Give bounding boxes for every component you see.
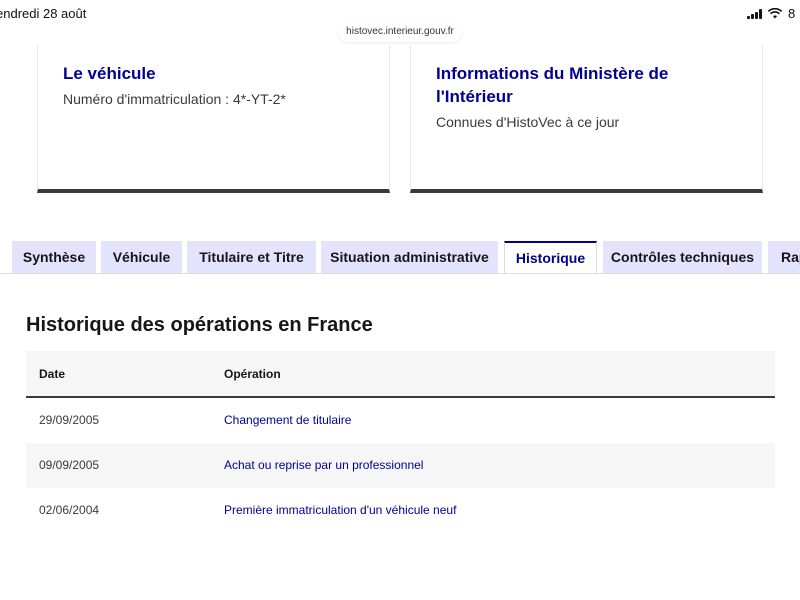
tab-controles-techniques[interactable]: Contrôles techniques [603,241,762,274]
ministry-info-description: Connues d'HistoVec à ce jour [436,114,620,130]
row-date: 02/06/2004 [39,503,100,517]
cellular-signal-icon [747,8,762,19]
address-bar[interactable]: histovec.interieur.gouv.fr [338,22,462,42]
wifi-icon [768,8,782,19]
table-header: Date Opération [26,351,775,398]
ministry-info-title: Informations du Ministère de l'Intérieur [436,64,669,106]
row-date: 09/09/2005 [39,458,100,472]
vehicle-card: Le véhicule Numéro d'immatriculation : 4… [37,46,390,193]
row-operation: Première immatriculation d'un véhicule n… [224,503,457,517]
registration-number: Numéro d'immatriculation : 4*-YT-2* [63,91,286,107]
tab-vehicule[interactable]: Véhicule [101,241,182,274]
row-operation: Changement de titulaire [224,413,352,427]
status-indicators: 8 [747,6,800,21]
table-row: 29/09/2005 Changement de titulaire [26,398,775,443]
tab-situation-administrative[interactable]: Situation administrative [321,241,498,274]
tab-historique[interactable]: Historique [504,241,597,274]
tab-synthese[interactable]: Synthèse [12,241,96,274]
section-title: Historique des opérations en France [26,314,373,336]
history-table: Date Opération 29/09/2005 Changement de … [26,351,775,533]
historique-panel: Historique des opérations en France Date… [0,273,800,600]
battery-percentage: 8 [788,6,796,21]
table-row: 09/09/2005 Achat ou reprise par un profe… [26,443,775,488]
status-time: endredi 28 août [0,6,87,21]
column-header-operation: Opération [224,367,281,381]
vehicle-card-title: Le véhicule [63,64,156,83]
ministry-info-card: Informations du Ministère de l'Intérieur… [410,46,763,193]
column-header-date: Date [39,367,66,381]
tab-rapport-partial[interactable]: Rap [768,241,800,274]
table-row: 02/06/2004 Première immatriculation d'un… [26,488,775,533]
tab-bar: Synthèse Véhicule Titulaire et Titre Sit… [0,241,800,274]
row-operation: Achat ou reprise par un professionnel [224,458,424,472]
row-date: 29/09/2005 [39,413,100,427]
tab-titulaire-titre[interactable]: Titulaire et Titre [187,241,316,274]
